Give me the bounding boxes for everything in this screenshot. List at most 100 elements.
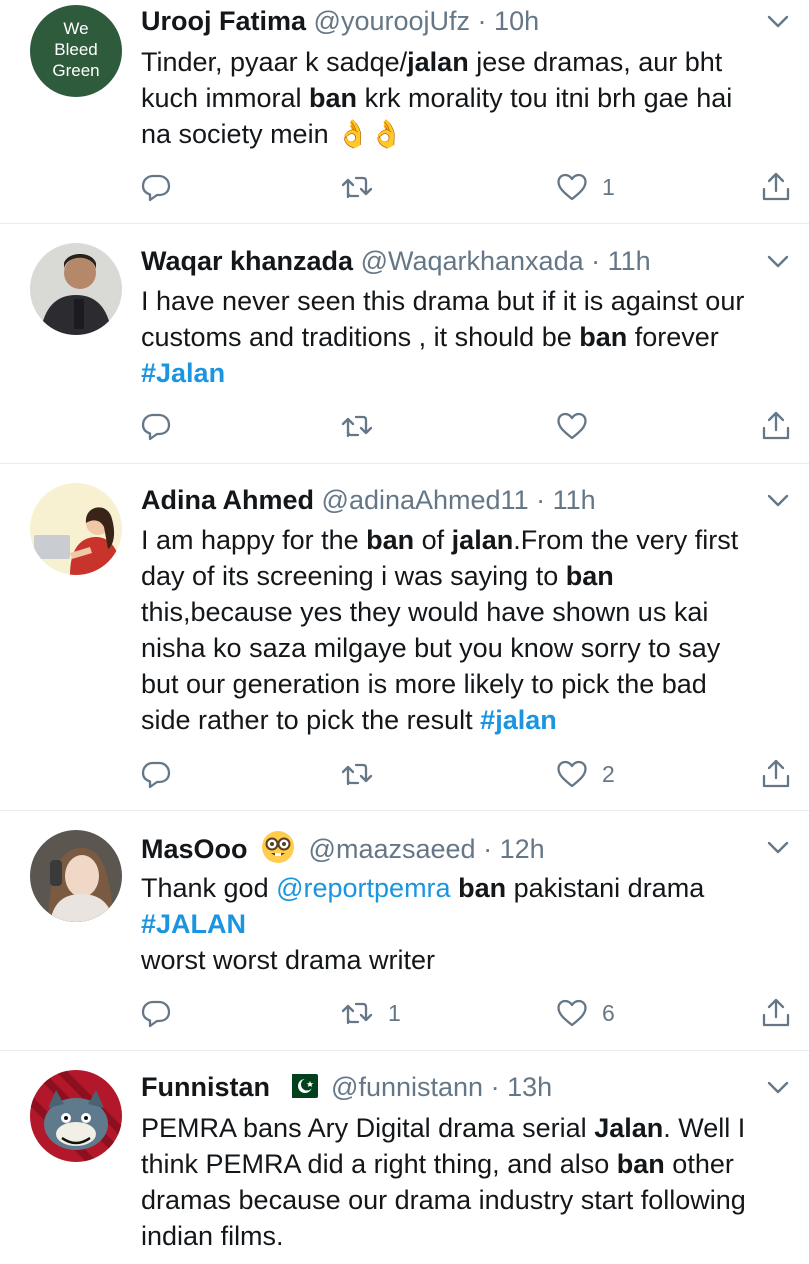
tweet-actions: 16 xyxy=(140,997,795,1029)
like-icon xyxy=(556,410,588,442)
highlighted-keyword: jalan xyxy=(451,525,514,555)
separator-dot: · xyxy=(483,834,493,865)
text-segment xyxy=(451,873,459,903)
display-name[interactable]: MasOoo xyxy=(141,834,248,864)
tweet-text-line: dramas because our drama industry start … xyxy=(141,1182,791,1218)
pakistan-flag-icon xyxy=(283,1072,318,1106)
likes-count: 1 xyxy=(602,173,615,200)
like-icon xyxy=(556,758,588,790)
chevron-down-icon[interactable] xyxy=(765,248,791,274)
avatar[interactable] xyxy=(30,483,122,575)
share-button[interactable] xyxy=(760,171,792,203)
mention-link[interactable]: @reportpemra xyxy=(276,873,450,903)
tweet-text-line: side rather to pick the result #jalan xyxy=(141,702,791,738)
share-icon xyxy=(760,997,792,1029)
retweet-button[interactable]: 1 xyxy=(340,997,401,1029)
tweet-text-line: worst worst drama writer xyxy=(141,942,791,978)
text-segment: of xyxy=(414,525,452,555)
retweet-button[interactable] xyxy=(340,171,374,203)
hashtag-link[interactable]: #Jalan xyxy=(141,358,225,388)
tweet-text-line: this,because yes they would have shown u… xyxy=(141,594,791,630)
user-handle[interactable]: @adinaAhmed11 xyxy=(322,485,529,515)
retweet-icon xyxy=(340,171,374,203)
timestamp[interactable]: 12h xyxy=(500,834,545,864)
highlighted-keyword: ban xyxy=(366,525,415,555)
reply-button[interactable] xyxy=(140,758,172,790)
likes-count: 2 xyxy=(602,760,615,787)
hashtag-link[interactable]: #JALAN xyxy=(141,909,246,939)
display-name[interactable]: Funnistan xyxy=(141,1072,270,1102)
tweet-text-line: but our generation is more likely to pic… xyxy=(141,666,791,702)
text-segment: pakistani drama xyxy=(506,873,705,903)
user-handle[interactable]: @maazsaeed xyxy=(309,834,476,864)
avatar[interactable] xyxy=(30,243,122,335)
retweet-button[interactable] xyxy=(340,410,374,442)
text-segment: but our generation is more likely to pic… xyxy=(141,669,707,699)
highlighted-keyword: ban xyxy=(309,83,358,113)
timestamp[interactable]: 11h xyxy=(608,246,651,276)
chevron-down-icon[interactable] xyxy=(765,487,791,513)
text-segment: Thank god xyxy=(141,873,277,903)
highlighted-keyword: ban xyxy=(565,561,614,591)
tweet-text-line: think PEMRA did a right thing, and also … xyxy=(141,1146,791,1182)
tweet[interactable]: Waqar khanzada @Waqarkhanxada · 11h I ha… xyxy=(0,223,809,464)
retweet-button[interactable] xyxy=(340,758,374,790)
text-segment: customs and traditions , it should be xyxy=(141,322,580,352)
tweet-actions xyxy=(140,410,795,442)
reply-button[interactable] xyxy=(140,997,172,1029)
display-name[interactable]: Urooj Fatima xyxy=(141,6,306,36)
tweet-text-line: Thank god @reportpemra ban pakistani dra… xyxy=(141,870,791,906)
timestamp[interactable]: 10h xyxy=(494,6,539,36)
display-name[interactable]: Waqar khanzada xyxy=(141,246,353,276)
avatar[interactable]: We Bleed Green xyxy=(30,5,122,97)
reply-icon xyxy=(140,410,172,442)
text-segment: . Well I xyxy=(663,1113,746,1143)
retweet-icon xyxy=(340,410,374,442)
tweet[interactable]: We Bleed Green Urooj Fatima @youroojUfz … xyxy=(0,0,809,224)
likes-count: 6 xyxy=(602,999,615,1026)
tweet-text-line: day of its screening i was saying to ban xyxy=(141,558,791,594)
share-button[interactable] xyxy=(760,997,792,1029)
avatar[interactable] xyxy=(30,1070,122,1162)
tweet[interactable]: MasOoo @maazsaeed · 12h Thank god @repor… xyxy=(0,810,809,1051)
tweet-text: Tinder, pyaar k sadqe/jalan jese dramas,… xyxy=(141,44,791,152)
share-button[interactable] xyxy=(760,410,792,442)
timestamp[interactable]: 11h xyxy=(553,485,596,515)
reply-icon xyxy=(140,171,172,203)
like-button[interactable]: 6 xyxy=(556,997,615,1029)
chevron-down-icon[interactable] xyxy=(765,1074,791,1100)
hashtag-link[interactable]: #jalan xyxy=(480,705,557,735)
reply-icon xyxy=(140,997,172,1029)
text-segment: nisha ko saza milgaye but you know sorry… xyxy=(141,633,721,663)
chevron-down-icon[interactable] xyxy=(765,8,791,34)
like-button[interactable]: 1 xyxy=(556,171,615,203)
tweet-header: Urooj Fatima @youroojUfz · 10h xyxy=(141,4,749,38)
avatar-image xyxy=(30,483,122,575)
tweet-actions: 2 xyxy=(140,758,795,790)
user-handle[interactable]: @funnistann xyxy=(331,1072,483,1102)
tweet[interactable]: Funnistan @funnistann · 13h PEMRA bans A… xyxy=(0,1050,809,1264)
tweet-header: MasOoo @maazsaeed · 12h xyxy=(141,830,749,872)
share-button[interactable] xyxy=(760,758,792,790)
chevron-down-icon[interactable] xyxy=(765,834,791,860)
like-button[interactable]: 2 xyxy=(556,758,615,790)
tweet-text: I am happy for the ban of jalan.From the… xyxy=(141,522,791,738)
retweet-icon xyxy=(340,758,374,790)
reply-button[interactable] xyxy=(140,171,172,203)
tweet-text-line: #Jalan xyxy=(141,355,791,391)
avatar[interactable] xyxy=(30,830,122,922)
tweet[interactable]: Adina Ahmed @adinaAhmed11 · 11h I am hap… xyxy=(0,463,809,811)
separator-dot: · xyxy=(477,6,487,36)
tweet-text-line: indian films. xyxy=(141,1218,791,1254)
like-button[interactable] xyxy=(556,410,588,442)
timestamp[interactable]: 13h xyxy=(507,1072,552,1102)
user-handle[interactable]: @youroojUfz xyxy=(314,6,470,36)
share-icon xyxy=(760,171,792,203)
tweet-header: Waqar khanzada @Waqarkhanxada · 11h xyxy=(141,244,749,278)
ok-hand-emoji: 👌👌 xyxy=(336,119,404,149)
display-name[interactable]: Adina Ahmed xyxy=(141,485,314,515)
reply-button[interactable] xyxy=(140,410,172,442)
tweet-text-line: na society mein 👌👌 xyxy=(141,116,791,152)
user-handle[interactable]: @Waqarkhanxada xyxy=(361,246,584,276)
like-icon xyxy=(556,997,588,1029)
